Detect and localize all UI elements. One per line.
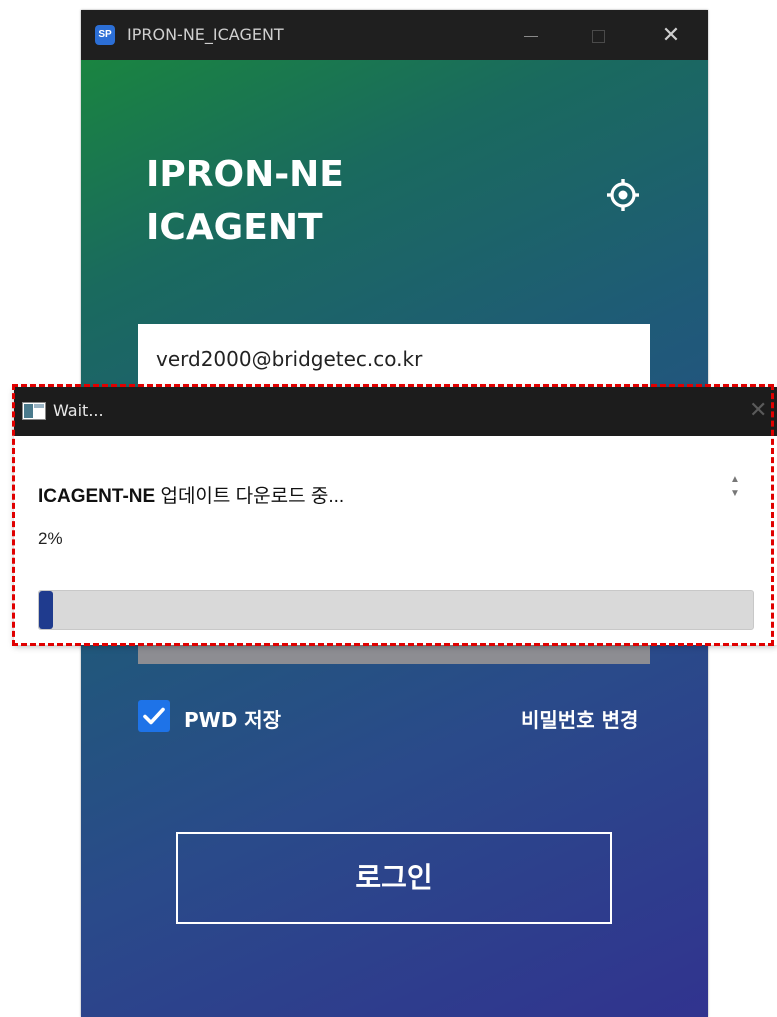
window-app-icon xyxy=(22,402,46,420)
brand-line-2: ICAGENT xyxy=(146,207,323,248)
gear-icon xyxy=(607,179,639,211)
spinner-down-icon[interactable]: ▼ xyxy=(727,487,743,501)
progress-fill xyxy=(39,591,53,629)
brand-line-1: IPRON-NE xyxy=(146,154,344,195)
app-title: IPRON-NE_ICAGENT xyxy=(127,25,284,44)
login-button[interactable]: 로그인 xyxy=(176,832,612,924)
wait-dialog: Wait... ✕ ICAGENT-NE 업데이트 다운로드 중... ▲ ▼ … xyxy=(14,387,777,645)
id-input[interactable] xyxy=(138,324,650,394)
spinner-up-icon[interactable]: ▲ xyxy=(727,473,743,487)
settings-button[interactable] xyxy=(605,177,641,213)
progress-bar xyxy=(38,590,754,630)
minimize-button[interactable] xyxy=(511,20,551,50)
close-button[interactable]: ✕ xyxy=(651,20,691,50)
close-icon: ✕ xyxy=(749,397,768,422)
remember-label: PWD 저장 xyxy=(184,708,282,732)
checkmark-icon xyxy=(143,707,165,725)
maximize-icon xyxy=(591,29,605,43)
app-titlebar[interactable]: SP IPRON-NE_ICAGENT ✕ xyxy=(81,10,708,60)
close-icon: ✕ xyxy=(661,22,681,47)
remember-checkbox[interactable] xyxy=(138,700,170,732)
progress-percent: 2% xyxy=(38,529,63,548)
wait-title: Wait... xyxy=(53,401,104,420)
minimize-icon xyxy=(524,35,538,37)
wait-message-product: ICAGENT-NE xyxy=(38,486,156,507)
maximize-button[interactable] xyxy=(578,20,618,50)
wait-titlebar[interactable]: Wait... ✕ xyxy=(14,387,777,436)
scroll-spinner[interactable]: ▲ ▼ xyxy=(727,473,743,503)
wait-message: ICAGENT-NE 업데이트 다운로드 중... xyxy=(38,481,344,508)
brand-title: IPRON-NE ICAGENT xyxy=(146,148,344,254)
change-password-link[interactable]: 비밀번호 변경 xyxy=(521,704,638,733)
app-logo-icon: SP xyxy=(95,25,115,45)
wait-close-button[interactable]: ✕ xyxy=(749,397,767,423)
wait-message-text: 업데이트 다운로드 중... xyxy=(155,486,345,507)
